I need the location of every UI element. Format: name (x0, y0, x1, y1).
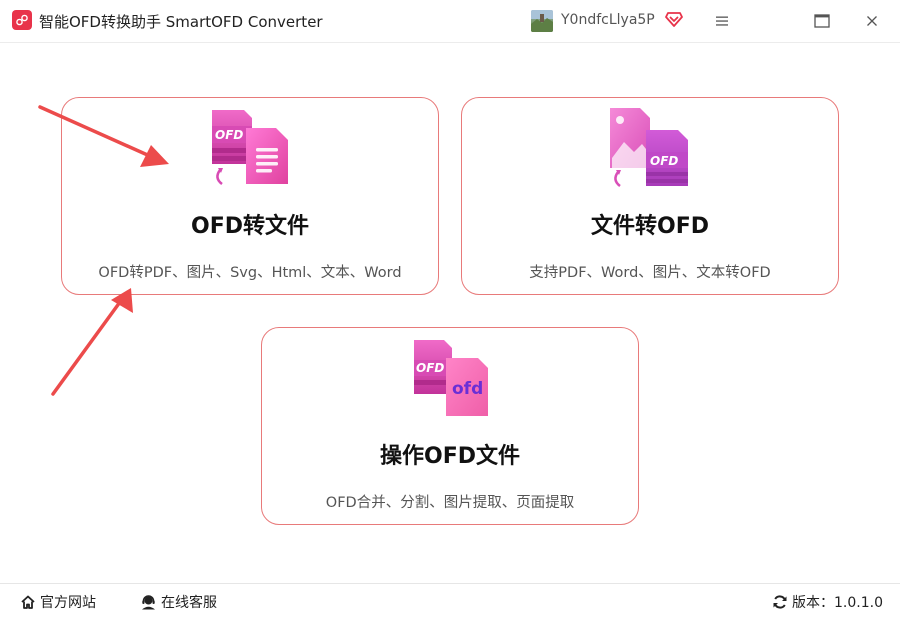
svg-text:OFD: OFD (215, 128, 243, 142)
home-icon (21, 595, 35, 609)
user-avatar[interactable] (531, 10, 553, 32)
footer-bar: 官方网站 在线客服 版本：1.0.1.0 (0, 583, 900, 618)
app-logo-icon (12, 10, 32, 30)
title-bar: 智能OFD转换助手 SmartOFD Converter Y0ndfcLlya5… (0, 0, 900, 43)
ofd-to-file-icon: OFD (206, 106, 296, 190)
menu-button[interactable] (707, 6, 737, 36)
maximize-icon (814, 14, 830, 28)
file-to-ofd-card[interactable]: OFD 文件转OFD 支持PDF、Word、图片、文本转OFD (461, 97, 839, 295)
refresh-icon (773, 595, 787, 609)
hamburger-menu-icon (716, 16, 728, 26)
card-description: OFD合并、分割、图片提取、页面提取 (325, 495, 575, 511)
ofd-operate-icon: OFD ofd (406, 336, 496, 420)
card-description: 支持PDF、Word、图片、文本转OFD (529, 265, 771, 281)
card-title: 操作OFD文件 (380, 444, 520, 469)
customer-service-icon (142, 595, 155, 610)
online-service-label: 在线客服 (161, 595, 217, 611)
vip-diamond-icon[interactable] (665, 10, 683, 28)
close-button[interactable] (857, 6, 887, 36)
arrow-bottom (51, 288, 133, 396)
ofd-operate-card[interactable]: OFD ofd 操作OFD文件 OFD合并、分割、图片提取、页面提取 (261, 327, 639, 525)
card-description: OFD转PDF、图片、Svg、Html、文本、Word (98, 265, 402, 281)
username[interactable]: Y0ndfcLlya5P (561, 12, 655, 28)
online-service-link[interactable]: 在线客服 (140, 592, 217, 612)
version-label: 版本：1.0.1.0 (792, 595, 883, 611)
card-title: OFD转文件 (191, 214, 309, 239)
svg-text:OFD: OFD (650, 154, 678, 168)
file-to-ofd-icon: OFD (606, 106, 696, 190)
close-icon (867, 16, 877, 26)
ofd-to-file-card[interactable]: OFD OFD转文件 OFD转PDF、图片、Svg、Html、文本、Word (61, 97, 439, 295)
app-title: 智能OFD转换助手 SmartOFD Converter (39, 13, 323, 31)
official-website-link[interactable]: 官方网站 (20, 592, 96, 612)
maximize-button[interactable] (807, 6, 837, 36)
svg-text:OFD: OFD (416, 361, 444, 375)
svg-text:ofd: ofd (452, 379, 483, 399)
official-website-label: 官方网站 (40, 595, 96, 611)
version-info: 版本：1.0.1.0 (772, 592, 883, 612)
card-title: 文件转OFD (591, 214, 709, 239)
